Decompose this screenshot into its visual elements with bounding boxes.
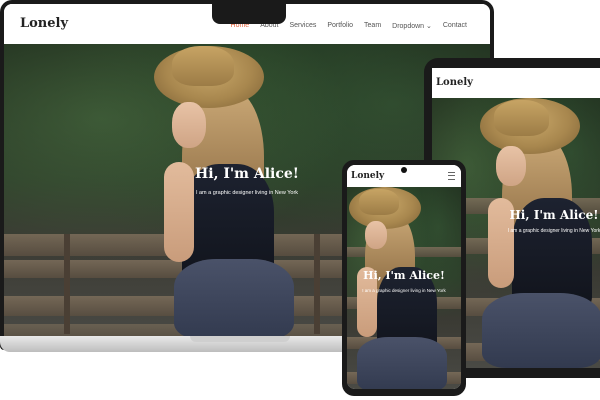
nav-item-services[interactable]: Services bbox=[290, 22, 317, 30]
hero-section: Hi, I'm Alice! I am a graphic designer l… bbox=[492, 208, 600, 234]
hero-title: Hi, I'm Alice! bbox=[509, 208, 599, 222]
hamburger-menu-icon[interactable] bbox=[448, 172, 455, 180]
laptop-trackpad-notch bbox=[190, 336, 290, 342]
camera-icon bbox=[401, 167, 407, 173]
hero-subtitle: I am a graphic designer living in New Yo… bbox=[507, 228, 600, 234]
nav-item-contact[interactable]: Contact bbox=[443, 22, 467, 30]
site-logo[interactable]: Lonely bbox=[351, 171, 384, 181]
hero-title: Hi, I'm Alice! bbox=[363, 269, 445, 282]
nav-item-team[interactable]: Team bbox=[364, 22, 381, 30]
site-logo[interactable]: Lonely bbox=[20, 16, 68, 31]
phone-screen: Lonely Hi, I'm Alice! I am a graphic des… bbox=[347, 165, 461, 389]
nav-item-dropdown[interactable]: Dropdown ⌄ bbox=[392, 22, 432, 30]
hero-subtitle: I am a graphic designer living in New Yo… bbox=[362, 288, 446, 293]
nav-item-portfolio[interactable]: Portfolio bbox=[327, 22, 353, 30]
phone-device: Lonely Hi, I'm Alice! I am a graphic des… bbox=[342, 160, 466, 396]
hero-section: Hi, I'm Alice! I am a graphic designer l… bbox=[347, 269, 461, 293]
site-logo[interactable]: Lonely bbox=[436, 77, 473, 88]
tablet-navbar: Lonely bbox=[432, 68, 600, 98]
laptop-camera-notch bbox=[212, 4, 286, 24]
phone-navbar: Lonely bbox=[347, 165, 461, 187]
